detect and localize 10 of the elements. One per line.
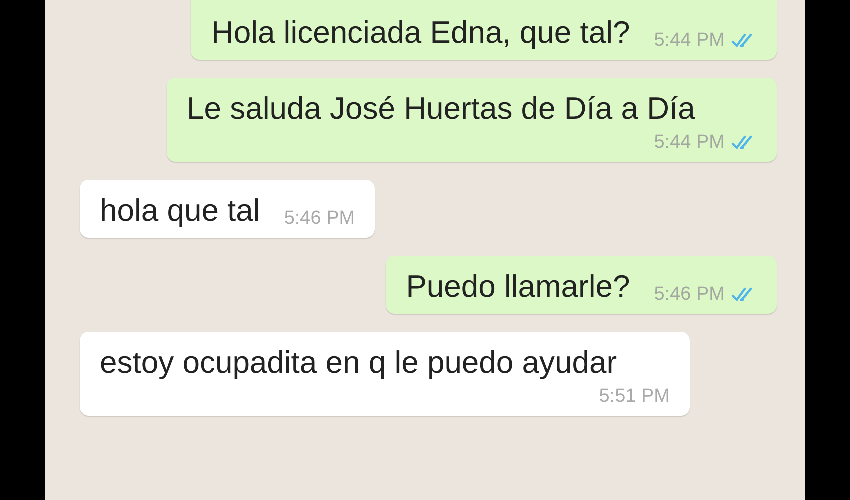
message-time: 5:44 PM xyxy=(654,132,725,154)
message-time: 5:51 PM xyxy=(599,386,670,408)
message-text: Puedo llamarle? xyxy=(406,268,630,306)
message-time: 5:46 PM xyxy=(654,284,725,306)
message-text: hola que tal xyxy=(100,192,260,230)
message-text: estoy ocupadita en q le puedo ayudar xyxy=(100,344,618,382)
message-time: 5:46 PM xyxy=(284,208,356,230)
message-text: Hola licenciada Edna, que tal? xyxy=(211,14,630,52)
message-text: Le saluda José Huertas de Día a Día xyxy=(187,90,696,128)
message-time: 5:44 PM xyxy=(654,30,725,52)
